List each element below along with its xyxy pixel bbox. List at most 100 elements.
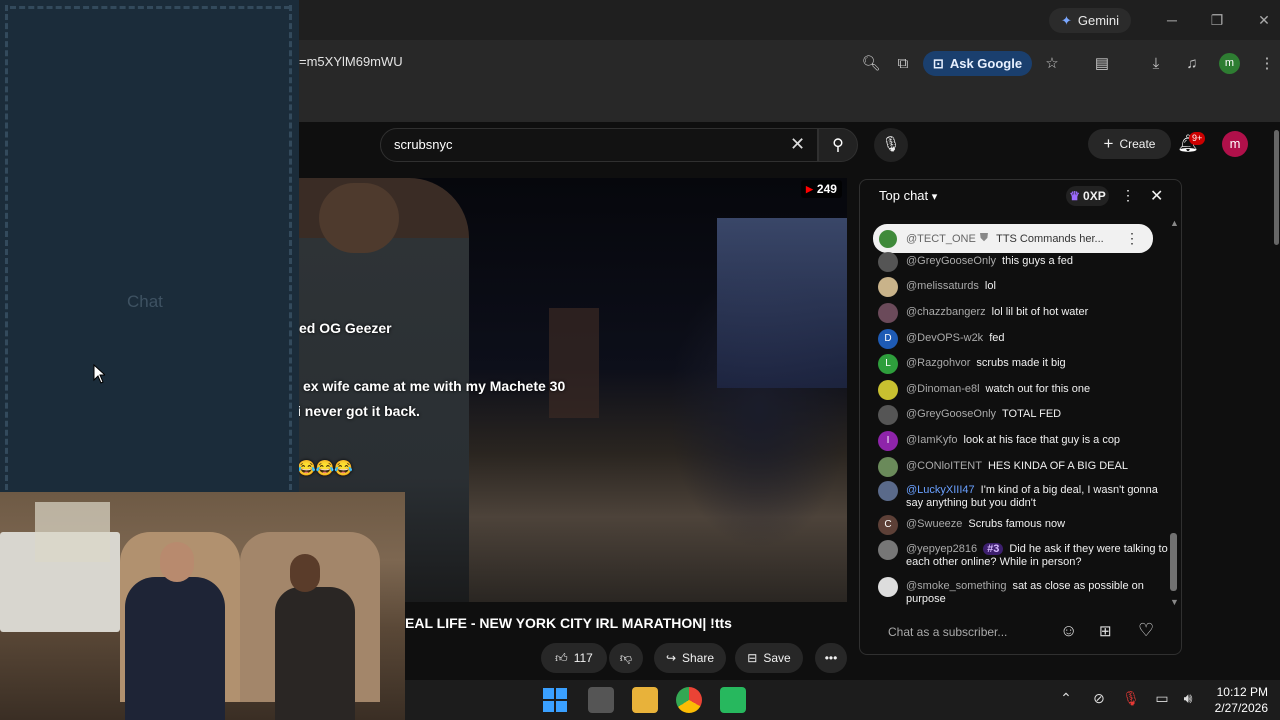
file-explorer-icon[interactable] [632,687,658,713]
search-button[interactable]: ⚲ [818,128,858,162]
chat-author-avatar[interactable] [878,252,898,272]
like-button[interactable]: 👍︎ 117 [541,643,607,673]
chat-author-name[interactable]: @CONloITENT [906,460,982,472]
xp-badge[interactable]: ♛ 0XP [1066,186,1109,206]
chat-message-text: HES KINDA OF A BIG DEAL [987,460,1128,472]
display-icon[interactable]: ▭ [1152,690,1172,707]
chat-input[interactable]: Chat as a subscriber... [875,617,1051,647]
pinned-message[interactable]: @TECT_ONE ⛊ TTS Commands her... ⋮ [873,224,1153,253]
chat-author-name[interactable]: @LuckyXIII47 [906,484,975,496]
taskbar-clock-date[interactable]: 2/27/2026 [1208,701,1268,715]
emoji-icon[interactable]: ☺ [1060,621,1077,641]
chat-author-avatar[interactable] [878,380,898,400]
chat-author-name[interactable]: @Razgohvor [906,357,970,369]
chat-message[interactable]: @GreyGooseOnly this guys a fed [878,252,1168,272]
chat-author-name[interactable]: @Dinoman-e8l [906,383,980,395]
zoom-icon[interactable]: 🔍︎ [860,53,882,75]
chat-message[interactable]: C @Swueeze Scrubs famous now [878,515,1168,535]
page-scrollbar-thumb[interactable] [1274,130,1279,245]
chat-author-name[interactable]: @IamKyfo [906,434,958,446]
chat-message[interactable]: @CONloITENT HES KINDA OF A BIG DEAL [878,457,1168,477]
chat-author-name[interactable]: @chazzbangerz [906,306,986,318]
pinned-author-avatar [879,229,897,248]
chat-mode-dropdown[interactable]: Top chat ▾ [879,188,937,203]
chat-message[interactable]: @LuckyXIII47 I'm kind of a big deal, I wa… [878,481,1168,510]
chat-message-text: scrubs made it big [976,357,1066,369]
tray-overflow-icon[interactable]: ⌃ [1056,690,1076,707]
chat-author-avatar[interactable] [878,277,898,297]
chat-author-name[interactable]: @yepyep2816 [906,543,977,555]
install-app-icon[interactable]: ⧉ [892,53,914,75]
streaming-app-icon[interactable] [720,687,746,713]
restore-icon[interactable]: ❐ [1203,10,1231,30]
chat-message[interactable]: @GreyGooseOnly TOTAL FED [878,405,1168,425]
more-actions-button[interactable]: ••• [815,643,847,673]
media-controls-icon[interactable]: ♫ [1181,53,1203,75]
chat-author-avatar[interactable] [878,577,898,597]
mouse-cursor-icon [93,364,105,384]
search-input[interactable]: scrubsnyc [394,137,453,152]
task-view-icon[interactable] [588,687,614,713]
taskbar-clock-time[interactable]: 10:12 PM [1216,685,1268,699]
chat-message[interactable]: @melissaturds lol [878,277,1168,297]
create-label: Create [1119,137,1156,151]
chat-author-name[interactable]: @GreyGooseOnly [906,255,996,267]
chat-message[interactable]: D @DevOPS-w2k fed [878,329,1168,349]
close-window-icon[interactable]: ✕ [1250,10,1278,30]
minimize-icon[interactable]: ─ [1158,10,1186,30]
chat-author-name[interactable]: @Swueeze [906,518,962,530]
downloads-icon[interactable]: ⤓ [1145,53,1167,75]
chat-message[interactable]: @yepyep2816 #3 Did he ask if they were tal… [878,540,1168,569]
ask-google-button[interactable]: ⊡ Ask Google [923,51,1032,76]
chat-author-name[interactable]: @GreyGooseOnly [906,408,996,420]
chat-author-name[interactable]: @melissaturds [906,280,979,292]
chat-author-name[interactable]: @smoke_something [906,580,1006,592]
chat-author-avatar[interactable]: L [878,354,898,374]
network-off-icon[interactable]: ⊘ [1089,690,1109,707]
super-chat-icon[interactable]: ⊞ [1099,622,1112,640]
volume-icon[interactable]: 🔊︎ [1178,690,1198,707]
account-avatar[interactable]: m [1222,131,1248,157]
microphone-muted-icon[interactable]: 🎙︎ [1121,690,1141,707]
gemini-button[interactable]: ✦ Gemini [1049,8,1131,33]
chat-message[interactable]: I @IamKyfo look at his face that guy is a … [878,431,1168,451]
chat-author-avatar[interactable] [878,540,898,560]
save-button[interactable]: ⊟ Save [735,643,803,673]
chat-scrollbar-thumb[interactable] [1170,533,1177,591]
dislike-button[interactable]: 👎︎ [609,643,643,673]
chat-author-avatar[interactable]: D [878,329,898,349]
browser-menu-icon[interactable]: ⋮ [1256,53,1278,75]
webcam-person-head [290,554,320,592]
video-title: EAL LIFE - NEW YORK CITY IRL MARATHON| !… [405,615,732,631]
bookmark-star-icon[interactable]: ☆ [1041,53,1063,75]
chat-author-avatar[interactable]: C [878,515,898,535]
chat-author-name[interactable]: @DevOPS-w2k [906,332,983,344]
close-chat-icon[interactable]: ✕ [1150,186,1163,206]
scroll-down-icon[interactable]: ▼ [1170,597,1179,607]
chrome-icon[interactable] [676,687,702,713]
browser-profile-avatar[interactable]: m [1219,53,1240,74]
chat-message[interactable]: @Dinoman-e8l watch out for this one [878,380,1168,400]
chat-message[interactable]: L @Razgohvor scrubs made it big [878,354,1168,374]
chat-author-avatar[interactable]: I [878,431,898,451]
video-building [717,218,847,388]
scroll-up-icon[interactable]: ▲ [1170,218,1179,228]
chat-message[interactable]: @chazzbangerz lol lil bit of hot water [878,303,1168,323]
pinned-text: TTS Commands her... [996,232,1104,245]
chat-author-avatar[interactable] [878,457,898,477]
voice-search-button[interactable]: 🎙︎ [874,128,908,162]
reading-mode-icon[interactable]: ▤ [1091,53,1113,75]
chat-author-avatar[interactable] [878,481,898,501]
create-button[interactable]: + Create [1088,129,1171,159]
clear-search-icon[interactable]: ✕ [790,134,805,155]
chat-author-avatar[interactable] [878,303,898,323]
windows-start-icon[interactable] [542,687,568,713]
url-text[interactable]: =m5XYlM69mWU [299,54,403,69]
share-button[interactable]: ↪ Share [654,643,726,673]
chat-menu-icon[interactable]: ⋮ [1121,187,1135,204]
heart-icon[interactable]: ♡ [1138,620,1154,641]
pinned-menu-icon[interactable]: ⋮ [1125,230,1139,247]
chat-message[interactable]: @smoke_something sat as close as possible… [878,577,1168,606]
chat-author-avatar[interactable] [878,405,898,425]
chat-message-text: Scrubs famous now [968,518,1066,530]
